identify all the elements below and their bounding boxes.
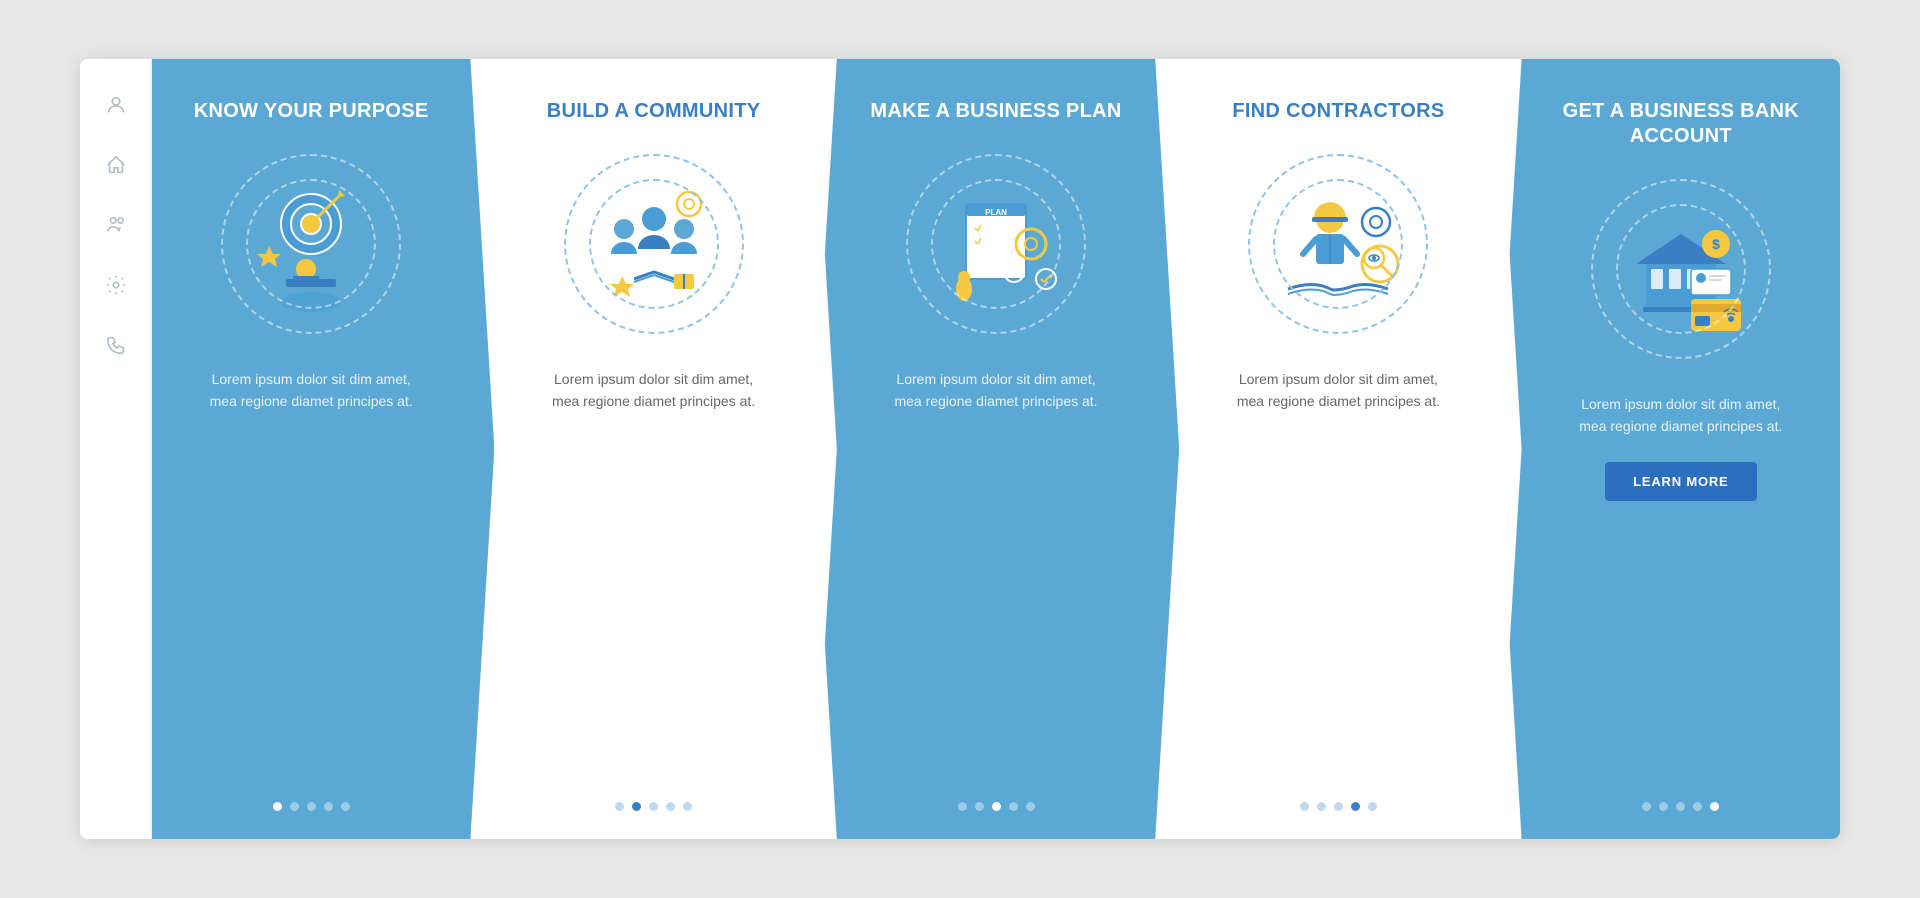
dot-3[interactable]: [1334, 802, 1343, 811]
card-4-dots: [1300, 802, 1377, 811]
card-5-title: GET A BUSINESS BANK ACCOUNT: [1550, 99, 1812, 149]
card-2-dots: [615, 802, 692, 811]
sidebar: [80, 59, 152, 839]
main-container: KNOW YOUR PURPOSE: [80, 59, 1840, 839]
dot-4[interactable]: [666, 802, 675, 811]
dot-1[interactable]: [1300, 802, 1309, 811]
card-1-dots: [273, 802, 350, 811]
dashed-circle-inner: [1616, 204, 1746, 334]
dot-1[interactable]: [615, 802, 624, 811]
dot-4[interactable]: [1009, 802, 1018, 811]
dot-2[interactable]: [290, 802, 299, 811]
dashed-circle-inner: [589, 179, 719, 309]
dot-1[interactable]: [1642, 802, 1651, 811]
card-2-illustration: [554, 144, 754, 344]
dashed-circle-inner: [246, 179, 376, 309]
card-4-illustration: [1238, 144, 1438, 344]
dot-3[interactable]: [1676, 802, 1685, 811]
dot-5[interactable]: [1368, 802, 1377, 811]
dot-1[interactable]: [273, 802, 282, 811]
card-bank-account: GET A BUSINESS BANK ACCOUNT $: [1498, 59, 1840, 839]
dot-5[interactable]: [341, 802, 350, 811]
card-3-dots: [958, 802, 1035, 811]
card-business-plan: MAKE A BUSINESS PLAN PLAN: [813, 59, 1179, 839]
card-1-title: KNOW YOUR PURPOSE: [194, 99, 429, 124]
card-know-your-purpose: KNOW YOUR PURPOSE: [152, 59, 494, 839]
card-build-community: BUILD A COMMUNITY: [470, 59, 836, 839]
dot-5[interactable]: [683, 802, 692, 811]
dot-5[interactable]: [1710, 802, 1719, 811]
dot-2[interactable]: [1659, 802, 1668, 811]
dot-2[interactable]: [632, 802, 641, 811]
card-4-description: Lorem ipsum dolor sit dim amet, mea regi…: [1223, 368, 1453, 413]
dot-3[interactable]: [649, 802, 658, 811]
card-3-illustration: PLAN: [896, 144, 1096, 344]
dot-3[interactable]: [992, 802, 1001, 811]
dot-1[interactable]: [958, 802, 967, 811]
cards-container: KNOW YOUR PURPOSE: [152, 59, 1840, 839]
people-icon[interactable]: [102, 211, 130, 239]
dot-4[interactable]: [324, 802, 333, 811]
dashed-circle-inner: [931, 179, 1061, 309]
dot-4[interactable]: [1351, 802, 1360, 811]
dot-3[interactable]: [307, 802, 316, 811]
dot-2[interactable]: [1317, 802, 1326, 811]
card-3-title: MAKE A BUSINESS PLAN: [870, 99, 1121, 124]
card-4-title: FIND CONTRACTORS: [1232, 99, 1444, 124]
card-3-description: Lorem ipsum dolor sit dim amet, mea regi…: [881, 368, 1111, 413]
dot-5[interactable]: [1026, 802, 1035, 811]
card-5-illustration: $: [1581, 169, 1781, 369]
user-icon[interactable]: [102, 91, 130, 119]
card-5-description: Lorem ipsum dolor sit dim amet, mea regi…: [1566, 393, 1796, 438]
dot-4[interactable]: [1693, 802, 1702, 811]
dot-2[interactable]: [975, 802, 984, 811]
home-icon[interactable]: [102, 151, 130, 179]
card-2-description: Lorem ipsum dolor sit dim amet, mea regi…: [539, 368, 769, 413]
card-5-dots: [1642, 802, 1719, 811]
phone-icon[interactable]: [102, 331, 130, 359]
learn-more-button[interactable]: LEARN MORE: [1605, 462, 1756, 501]
card-find-contractors: FIND CONTRACTORS: [1155, 59, 1521, 839]
card-2-title: BUILD A COMMUNITY: [547, 99, 761, 124]
dashed-circle-inner: [1273, 179, 1403, 309]
card-1-description: Lorem ipsum dolor sit dim amet, mea regi…: [196, 368, 426, 413]
gear-icon[interactable]: [102, 271, 130, 299]
card-1-illustration: [211, 144, 411, 344]
